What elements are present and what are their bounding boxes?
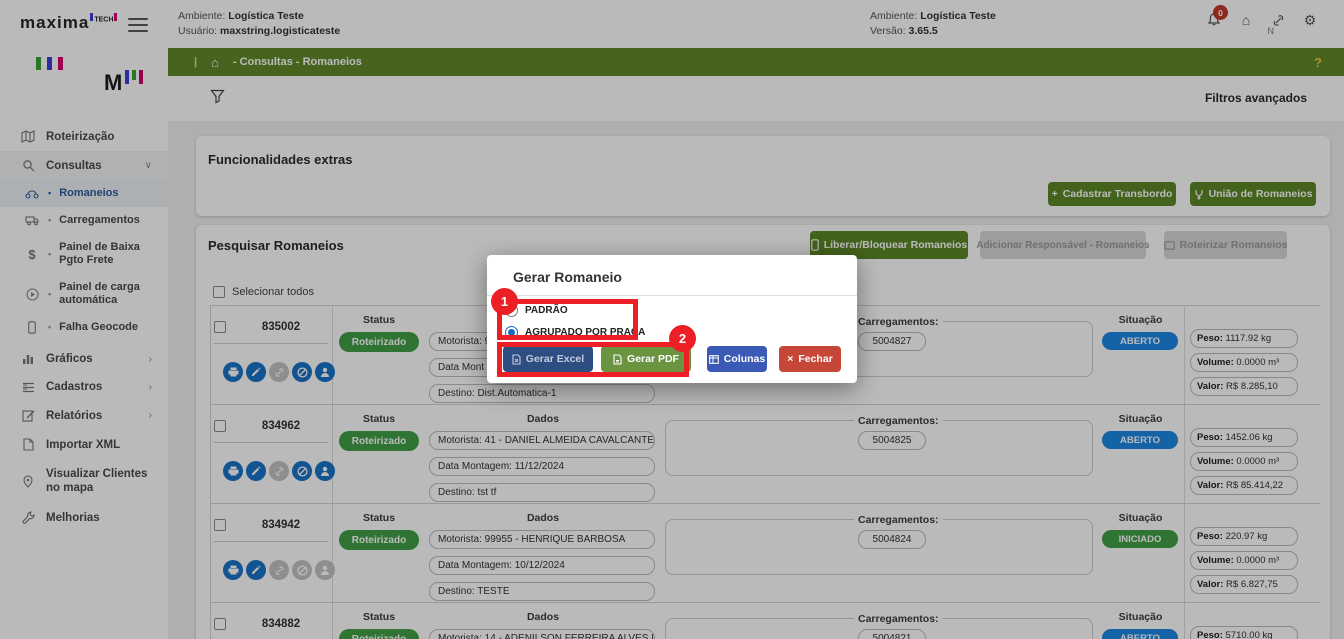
columns-icon (708, 354, 719, 364)
excel-file-icon (512, 353, 521, 365)
fechar-button[interactable]: × Fechar (779, 346, 841, 372)
gerar-romaneio-modal: Gerar Romaneio PADRÃO AGRUPADO POR PRAÇA… (487, 255, 857, 383)
gerar-excel-button[interactable]: Gerar Excel (503, 346, 593, 372)
annotation-step-1: 1 (491, 288, 518, 315)
annotation-step-2: 2 (669, 325, 696, 352)
radio-icon[interactable] (505, 325, 518, 339)
radio-option-agrupado[interactable]: AGRUPADO POR PRAÇA (505, 324, 645, 340)
radio-label: PADRÃO (525, 304, 568, 316)
modal-title: Gerar Romaneio (513, 269, 622, 285)
colunas-button[interactable]: Colunas (707, 346, 767, 372)
pdf-file-icon (613, 353, 622, 365)
close-icon: × (787, 353, 794, 365)
radio-label: AGRUPADO POR PRAÇA (525, 326, 646, 338)
